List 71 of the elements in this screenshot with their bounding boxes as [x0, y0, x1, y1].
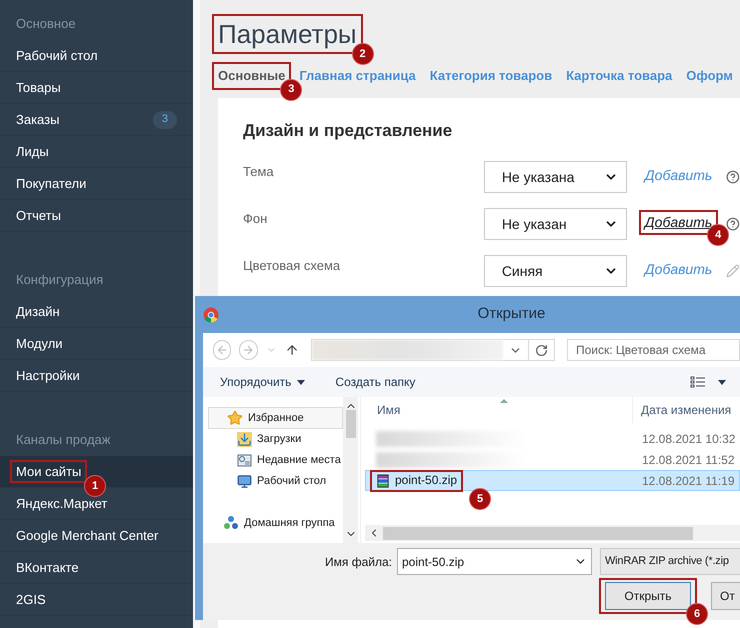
caret-icon[interactable] — [718, 380, 726, 384]
file-name-label: Имя файла: — [324, 554, 393, 570]
column-header[interactable]: Дата изменения — [633, 401, 732, 419]
address-field[interactable] — [310, 339, 555, 361]
sidebar-label: Настройки — [16, 368, 80, 383]
nav-item[interactable]: Избранное — [208, 407, 343, 429]
field-label: Тема — [243, 163, 275, 181]
field-label: Фон — [243, 210, 268, 228]
sidebar-label: 2GIS — [16, 592, 46, 607]
nav-item[interactable]: Рабочий стол — [208, 471, 343, 492]
homegroup-icon — [223, 515, 239, 531]
field-label: Цветовая схема — [243, 257, 342, 275]
scroll-thumb[interactable] — [383, 526, 693, 540]
dialog-button[interactable]: От — [711, 582, 740, 610]
section-title: Конфигурация — [15, 271, 104, 290]
select-field[interactable]: Синяя — [484, 255, 627, 287]
search-field[interactable]: Поиск: Цветовая схема — [567, 339, 740, 361]
sidebar-label: Товары — [16, 80, 61, 95]
sidebar-label: Яндекс.Маркет — [16, 496, 108, 511]
nav-item[interactable]: Загрузки — [208, 429, 343, 450]
step-badge: 5 — [469, 488, 491, 510]
refresh-icon[interactable] — [535, 344, 548, 356]
dialog-button[interactable]: Открыть — [605, 582, 691, 610]
scrollbar[interactable] — [343, 397, 358, 543]
step-badge: 2 — [352, 43, 374, 65]
sidebar-label: Google Merchant Center — [16, 528, 158, 543]
file-row[interactable]: point-50.zip 12.08.2021 11:19 — [365, 470, 740, 491]
file-row[interactable]: 12.08.2021 10:32 — [365, 428, 740, 449]
horizontal-scrollbar[interactable] — [365, 525, 740, 541]
sidebar-label: Отчеты — [16, 208, 61, 223]
dialog-title: Открытие — [476, 304, 546, 324]
step-badge: 3 — [280, 78, 302, 100]
sidebar-label: Лиды — [16, 144, 49, 159]
sidebar-label: ВКонтакте — [16, 560, 79, 575]
nav-item[interactable]: Недавние места — [208, 450, 343, 471]
sidebar-label: Модули — [16, 336, 63, 351]
help-icon[interactable] — [726, 217, 740, 231]
scroll-thumb[interactable] — [346, 410, 356, 438]
select-field[interactable]: Не указана — [484, 161, 627, 193]
file-row[interactable]: 12.08.2021 11:52 — [365, 449, 740, 470]
count-badge: 3 — [152, 110, 177, 128]
sidebar-item[interactable]: Заказы 3 — [0, 104, 193, 136]
monitor-icon — [237, 474, 252, 489]
file-name: point-50.zip — [395, 474, 458, 487]
recent-places-icon — [237, 453, 252, 468]
sort-caret-icon — [500, 399, 508, 403]
sidebar-label: Мои сайты — [16, 464, 82, 479]
column-header[interactable]: Имя — [365, 397, 633, 423]
star-icon — [227, 410, 243, 426]
browser-logo-icon — [203, 306, 219, 322]
sidebar-label: Рабочий стол — [16, 48, 98, 63]
sidebar-label: Покупатели — [16, 176, 86, 191]
file-date: 12.08.2021 10:32 — [641, 430, 736, 448]
sidebar-label: Заказы — [16, 112, 60, 127]
download-folder-icon — [237, 432, 252, 447]
file-date: 12.08.2021 11:19 — [641, 472, 735, 490]
nav-item[interactable]: Домашняя группа — [208, 512, 343, 534]
toolbar-button[interactable]: Упорядочить — [220, 373, 306, 391]
section-heading: Дизайн и представление — [243, 120, 454, 142]
caret-icon — [297, 380, 306, 384]
toolbar-button[interactable]: Создать папку — [335, 373, 416, 391]
file-date: 12.08.2021 11:52 — [641, 452, 735, 468]
help-icon[interactable] — [726, 170, 740, 184]
section-title: Каналы продаж — [15, 431, 112, 450]
section-title: Основное — [15, 15, 77, 34]
file-type-select[interactable]: WinRAR ZIP archive (*.zip — [600, 548, 740, 575]
archive-icon — [376, 474, 390, 488]
sidebar-label: Дизайн — [16, 304, 60, 319]
file-name-field[interactable]: point-50.zip — [397, 548, 592, 575]
select-field[interactable]: Не указан — [484, 208, 627, 240]
view-options-icon[interactable] — [690, 376, 706, 388]
